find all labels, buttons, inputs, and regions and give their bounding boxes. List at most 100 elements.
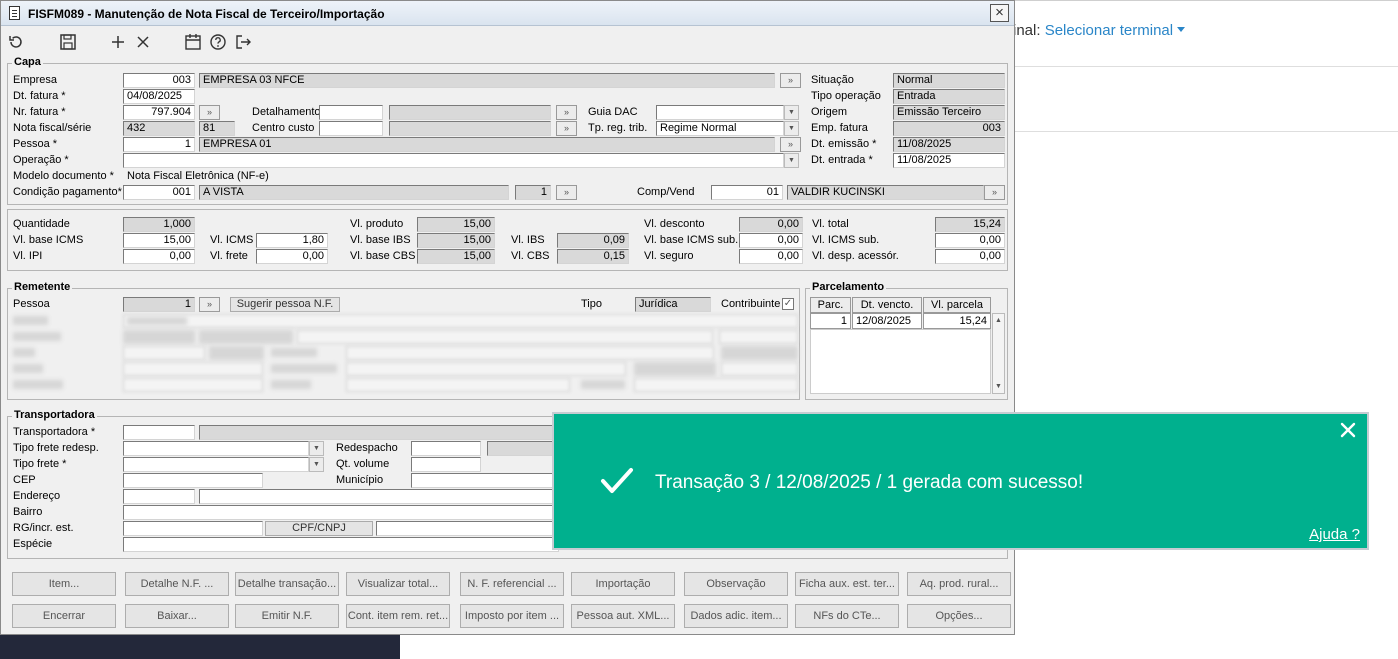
detalhamento-lookup-button[interactable]: »	[556, 105, 577, 120]
nr-fatura-input[interactable]: 797.904	[123, 105, 195, 120]
comp-vend-label: Comp/Vend	[637, 186, 695, 198]
pessoa-aut-xml-button[interactable]: Pessoa aut. XML...	[571, 604, 675, 628]
redespacho-input[interactable]	[411, 441, 481, 456]
dt-fatura-input[interactable]: 04/08/2025	[123, 89, 195, 104]
empresa-code-input[interactable]: 003	[123, 73, 195, 88]
encerrar-button[interactable]: Encerrar	[12, 604, 116, 628]
cpf-cnpj-input[interactable]	[376, 521, 559, 536]
toast-help-link[interactable]: Ajuda ?	[1309, 526, 1360, 543]
item-button[interactable]: Item...	[12, 572, 116, 596]
dt-entrada-input[interactable]: 11/08/2025	[893, 153, 1005, 168]
nr-fatura-lookup-button[interactable]: »	[199, 105, 220, 120]
ficha-aux-button[interactable]: Ficha aux. est. ter...	[795, 572, 899, 596]
scroll-down-icon[interactable]: ▼	[993, 380, 1004, 393]
vl-parcela-column-header[interactable]: Vl. parcela	[923, 297, 991, 313]
parc-column-header[interactable]: Parc.	[810, 297, 851, 313]
detalhe-nf-button[interactable]: Detalhe N.F. ...	[125, 572, 229, 596]
ipi-input[interactable]: 0,00	[123, 249, 195, 264]
terminal-selector[interactable]: inal: Selecionar terminal	[1013, 22, 1186, 39]
chevron-down-icon[interactable]: ▼	[784, 121, 799, 136]
help-icon[interactable]	[208, 33, 228, 53]
icms-input[interactable]: 1,80	[256, 233, 328, 248]
frete-input[interactable]: 0,00	[256, 249, 328, 264]
comp-vend-lookup-button[interactable]: »	[984, 185, 1005, 200]
observacao-button[interactable]: Observação	[684, 572, 788, 596]
delete-icon[interactable]	[133, 33, 153, 53]
terminal-link[interactable]: Selecionar terminal	[1045, 22, 1173, 39]
opcoes-button[interactable]: Opções...	[907, 604, 1011, 628]
icms-sub-input[interactable]: 0,00	[935, 233, 1005, 248]
pessoa-lookup-button[interactable]: »	[780, 137, 801, 152]
seguro-input[interactable]: 0,00	[739, 249, 803, 264]
add-icon[interactable]	[108, 33, 128, 53]
refresh-icon[interactable]	[6, 33, 26, 53]
bairro-input[interactable]	[123, 505, 559, 520]
parcela-cell[interactable]: 1	[810, 313, 851, 329]
dados-adic-item-button[interactable]: Dados adic. item...	[684, 604, 788, 628]
parcela-cell[interactable]: 15,24	[923, 313, 991, 329]
base-icms-sub-input[interactable]: 0,00	[739, 233, 803, 248]
tipo-frete-redesp-select[interactable]	[123, 441, 309, 456]
rg-input[interactable]	[123, 521, 263, 536]
municipio-input[interactable]	[411, 473, 559, 488]
importacao-button[interactable]: Importação	[571, 572, 675, 596]
window-close-button[interactable]: ×	[990, 4, 1009, 22]
comp-vend-code-input[interactable]: 01	[711, 185, 783, 200]
redespacho-label: Redespacho	[336, 442, 398, 454]
ibs-label: Vl. IBS	[511, 234, 545, 246]
imposto-por-item-button[interactable]: Imposto por item ...	[460, 604, 564, 628]
qt-volume-input[interactable]	[411, 457, 481, 472]
chevron-down-icon[interactable]: ▼	[309, 441, 324, 456]
save-icon[interactable]	[58, 33, 78, 53]
transportadora-code-input[interactable]	[123, 425, 195, 440]
chevron-down-icon[interactable]: ▼	[309, 457, 324, 472]
calendar-icon[interactable]	[183, 33, 203, 53]
blurred-field	[721, 346, 798, 360]
contribuinte-checkbox[interactable]: ✓	[782, 298, 794, 310]
exit-icon[interactable]	[233, 33, 253, 53]
base-icms-input[interactable]: 15,00	[123, 233, 195, 248]
remetente-lookup-button[interactable]: »	[199, 297, 220, 312]
parcelamento-scrollbar[interactable]: ▲ ▼	[992, 313, 1005, 394]
window-title: FISFM089 - Manutenção de Nota Fiscal de …	[28, 7, 385, 21]
desp-input[interactable]: 0,00	[935, 249, 1005, 264]
endereco-input[interactable]	[199, 489, 559, 504]
blurred-field	[123, 378, 263, 392]
cep-input[interactable]	[123, 473, 263, 488]
tp-reg-select[interactable]: Regime Normal	[656, 121, 784, 136]
serie-field: 81	[199, 121, 235, 136]
toast-close-icon[interactable]	[1337, 419, 1359, 441]
aq-prod-rural-button[interactable]: Aq. prod. rural...	[907, 572, 1011, 596]
operacao-select[interactable]	[123, 153, 784, 168]
baixar-button[interactable]: Baixar...	[125, 604, 229, 628]
ibs-field: 0,09	[557, 233, 629, 248]
empresa-lookup-button[interactable]: »	[780, 73, 801, 88]
base-cbs-field: 15,00	[417, 249, 495, 264]
tipo-frete-select[interactable]	[123, 457, 309, 472]
chevron-down-icon[interactable]: ▼	[784, 105, 799, 120]
dt-vencto-column-header[interactable]: Dt. vencto.	[852, 297, 922, 313]
detalhamento-input[interactable]	[319, 105, 383, 120]
detalhe-transacao-button[interactable]: Detalhe transação...	[235, 572, 339, 596]
chevron-down-icon[interactable]: ▼	[784, 153, 799, 168]
especie-input[interactable]	[123, 537, 559, 552]
parcela-cell[interactable]: 12/08/2025	[852, 313, 922, 329]
cpf-cnpj-button[interactable]: CPF/CNPJ	[265, 521, 373, 536]
condicao-code-input[interactable]: 001	[123, 185, 195, 200]
guia-dac-select[interactable]	[656, 105, 784, 120]
endereco-number-input[interactable]	[123, 489, 195, 504]
scroll-up-icon[interactable]: ▲	[993, 314, 1004, 327]
nf-referencial-button[interactable]: N. F. referencial ...	[460, 572, 564, 596]
nfs-do-cte-button[interactable]: NFs do CTe...	[795, 604, 899, 628]
tipo-op-label: Tipo operação	[811, 90, 881, 102]
pessoa-code-input[interactable]: 1	[123, 137, 195, 152]
centro-custo-input[interactable]	[319, 121, 383, 136]
emitir-nf-button[interactable]: Emitir N.F.	[235, 604, 339, 628]
visualizar-total-button[interactable]: Visualizar total...	[346, 572, 450, 596]
total-field: 15,24	[935, 217, 1005, 232]
centro-custo-lookup-button[interactable]: »	[556, 121, 577, 136]
cont-item-rem-button[interactable]: Cont. item rem. ret...	[346, 604, 450, 628]
blurred-field	[209, 346, 264, 360]
condicao-lookup-button[interactable]: »	[556, 185, 577, 200]
sugerir-pessoa-button[interactable]: Sugerir pessoa N.F.	[230, 297, 340, 312]
